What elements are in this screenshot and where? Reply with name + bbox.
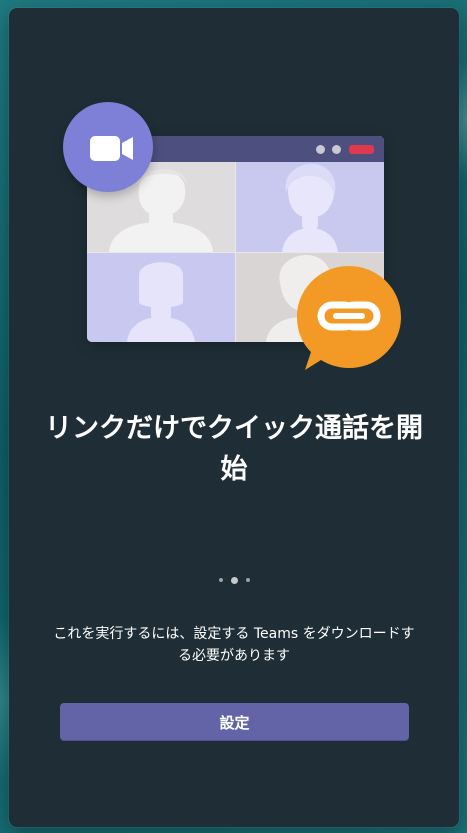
link-icon xyxy=(297,266,401,370)
quick-call-illustration xyxy=(9,8,459,388)
video-camera-icon xyxy=(63,102,153,192)
pager-dot[interactable] xyxy=(245,578,250,582)
window-dot xyxy=(332,145,341,154)
description-text: これを実行するには、設定する Teams をダウンロードする必要があります xyxy=(53,626,415,664)
page-title: リンクだけでクイック通話を開始 xyxy=(45,413,423,485)
participant-avatar-icon xyxy=(282,163,338,252)
carousel-pager xyxy=(9,574,459,586)
participant-tile xyxy=(87,253,235,342)
setup-button[interactable]: 設定 xyxy=(60,703,409,741)
pager-dot-active[interactable] xyxy=(230,576,238,584)
window-dot xyxy=(316,145,325,154)
teams-onboarding-panel: リンクだけでクイック通話を開始 これを実行するには、設定する Teams をダウ… xyxy=(9,8,459,827)
participant-tile xyxy=(236,162,384,252)
window-close-pill xyxy=(349,145,374,154)
participant-avatar-icon xyxy=(127,262,195,342)
pager-dot[interactable] xyxy=(218,578,223,582)
